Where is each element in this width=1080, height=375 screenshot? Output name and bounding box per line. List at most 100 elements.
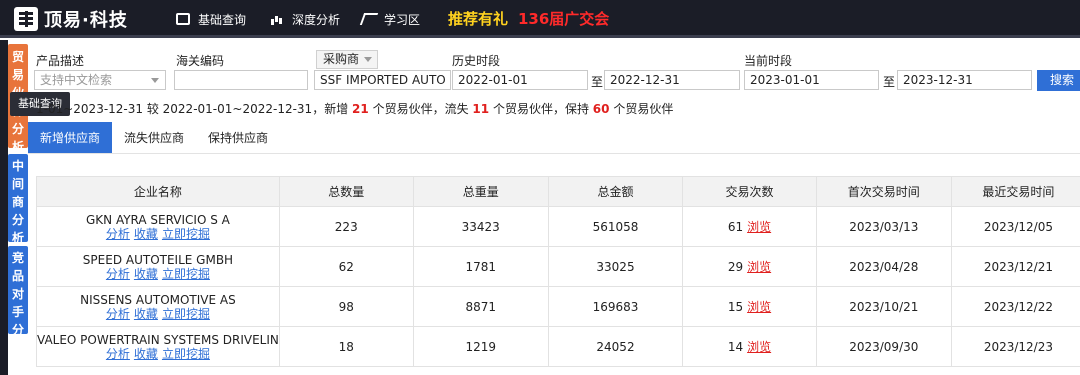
header-last-date[interactable]: 最近交易时间	[950, 176, 1080, 207]
count-value: 61	[727, 220, 744, 234]
header-count[interactable]: 交易次数	[682, 176, 817, 207]
nav-label: 基础查询	[198, 12, 247, 27]
browse-link[interactable]: 浏览	[747, 260, 771, 274]
nav-label: 学习区	[384, 12, 421, 27]
supplier-table: 企业名称 总数量 总重量 总金额 交易次数 首次交易时间 最近交易时间 GKN …	[36, 176, 1080, 367]
tab-kept-suppliers[interactable]: 保持供应商	[196, 122, 280, 154]
analyze-link[interactable]: 分析	[106, 267, 130, 281]
weight-cell: 8871	[412, 286, 549, 327]
summary-mid2: 个贸易伙伴，保持	[492, 102, 589, 116]
header-amount[interactable]: 总金额	[547, 176, 684, 207]
top-bar: 顶易·科技 基础查询 深度分析 学习区 推荐有礼 136届广交会	[0, 0, 1080, 38]
analyze-link[interactable]: 分析	[106, 307, 130, 321]
new-count: 21	[352, 102, 369, 116]
nav-basic-query[interactable]: 基础查询	[176, 0, 246, 38]
qty-cell: 98	[278, 286, 414, 327]
analyze-link[interactable]: 分析	[106, 347, 130, 361]
weight-cell: 1781	[412, 246, 549, 287]
promo-canton-fair[interactable]: 136届广交会	[518, 8, 609, 29]
promo-referral[interactable]: 推荐有礼	[448, 8, 508, 29]
summary-line: 1-01~2023-12-31 较 2022-01-01~2022-12-31，…	[36, 100, 673, 117]
table-header-row: 企业名称 总数量 总重量 总金额 交易次数 首次交易时间 最近交易时间	[36, 176, 1080, 207]
amount-cell: 169683	[547, 286, 684, 327]
favorite-link[interactable]: 收藏	[134, 267, 158, 281]
kept-count: 60	[592, 102, 610, 116]
mine-link[interactable]: 立即挖掘	[162, 347, 210, 361]
table-row: NISSENS AUTOMOTIVE AS 分析 收藏 立即挖掘 98 8871 1…	[36, 286, 1080, 327]
current-period-label: 当前时段	[744, 54, 793, 68]
left-strip	[0, 40, 8, 375]
table-row: SPEED AUTOTEILE GMBH 分析 收藏 立即挖掘 62 1781 33…	[36, 246, 1080, 287]
company-input[interactable]: SSF IMPORTED AUTO PA	[314, 70, 451, 90]
header-qty[interactable]: 总数量	[278, 176, 414, 207]
role-select[interactable]: 采购商	[316, 50, 378, 69]
nav-deep-analysis[interactable]: 深度分析	[270, 0, 340, 38]
mine-link[interactable]: 立即挖掘	[162, 267, 210, 281]
company-cell: VALEO POWERTRAIN SYSTEMS DRIVELIN 分析 收藏 立即…	[36, 326, 280, 367]
logo-text: 顶易·科技	[44, 10, 128, 31]
qty-cell: 223	[278, 206, 414, 247]
product-label: 产品描述	[36, 54, 85, 68]
company-name: VALEO POWERTRAIN SYSTEMS DRIVELIN	[37, 332, 279, 347]
cube-icon	[176, 13, 190, 25]
browse-link[interactable]: 浏览	[747, 220, 771, 234]
browse-link[interactable]: 浏览	[747, 300, 771, 314]
current-to-input[interactable]: 2023-12-31	[897, 70, 1032, 90]
history-period-label: 历史时段	[452, 54, 501, 68]
company-cell: SPEED AUTOTEILE GMBH 分析 收藏 立即挖掘	[36, 246, 280, 287]
count-cell: 61 浏览	[682, 206, 817, 247]
history-from-input[interactable]: 2022-01-01	[452, 70, 588, 90]
table-row: GKN AYRA SERVICIO S A 分析 收藏 立即挖掘 223 33423…	[36, 206, 1080, 247]
company-cell: GKN AYRA SERVICIO S A 分析 收藏 立即挖掘	[36, 206, 280, 247]
tab-divider	[28, 153, 1080, 154]
supplier-tabs: 新增供应商 流失供应商 保持供应商	[28, 122, 280, 154]
hs-code-label: 海关编码	[176, 54, 225, 68]
last-date-cell: 2023/12/21	[950, 246, 1080, 287]
tab-new-suppliers[interactable]: 新增供应商	[28, 122, 113, 154]
analyze-link[interactable]: 分析	[106, 227, 130, 241]
first-date-cell: 2023/04/28	[815, 246, 952, 287]
hs-code-input[interactable]	[174, 70, 308, 90]
mine-link[interactable]: 立即挖掘	[162, 307, 210, 321]
favorite-link[interactable]: 收藏	[134, 347, 158, 361]
header-weight[interactable]: 总重量	[412, 176, 549, 207]
qty-cell: 62	[278, 246, 414, 287]
current-from-input[interactable]: 2023-01-01	[744, 70, 879, 90]
header-company[interactable]: 企业名称	[36, 176, 280, 207]
qty-cell: 18	[278, 326, 414, 367]
side-tab-competitor[interactable]: 竞品对手分析	[8, 246, 28, 355]
count-cell: 14 浏览	[682, 326, 817, 367]
mine-link[interactable]: 立即挖掘	[162, 227, 210, 241]
tab-lost-suppliers[interactable]: 流失供应商	[112, 122, 196, 154]
chevron-down-icon	[151, 78, 159, 83]
browse-link[interactable]: 浏览	[747, 340, 771, 354]
logo[interactable]: 顶易·科技	[14, 6, 128, 32]
header-first-date[interactable]: 首次交易时间	[815, 176, 952, 207]
search-button[interactable]: 搜索	[1037, 70, 1080, 91]
first-date-cell: 2023/09/30	[815, 326, 952, 367]
role-select-label: 采购商	[323, 52, 360, 66]
history-to-input[interactable]: 2022-12-31	[604, 70, 740, 90]
summary-prefix: 1-01~2023-12-31 较 2022-01-01~2022-12-31，…	[36, 102, 349, 116]
nav-label: 深度分析	[292, 12, 341, 27]
table-row: VALEO POWERTRAIN SYSTEMS DRIVELIN 分析 收藏 立即…	[36, 326, 1080, 367]
count-cell: 29 浏览	[682, 246, 817, 287]
amount-cell: 33025	[547, 246, 684, 287]
company-name: GKN AYRA SERVICIO S A	[85, 212, 230, 227]
chevron-down-icon	[364, 57, 372, 62]
favorite-link[interactable]: 收藏	[134, 227, 158, 241]
to-label: 至	[883, 75, 896, 89]
graduation-cap-icon	[359, 13, 379, 25]
first-date-cell: 2023/10/21	[815, 286, 952, 327]
nav-study-area[interactable]: 学习区	[359, 0, 421, 38]
favorite-link[interactable]: 收藏	[134, 307, 158, 321]
count-cell: 15 浏览	[682, 286, 817, 327]
weight-cell: 33423	[412, 206, 549, 247]
count-value: 14	[727, 340, 744, 354]
side-tab-intermediary[interactable]: 中间商分析	[8, 154, 28, 245]
product-select[interactable]: 支持中文检索	[34, 70, 166, 90]
amount-cell: 24052	[547, 326, 684, 367]
company-cell: NISSENS AUTOMOTIVE AS 分析 收藏 立即挖掘	[36, 286, 280, 327]
chart-icon	[270, 13, 284, 25]
company-name: SPEED AUTOTEILE GMBH	[82, 252, 234, 267]
